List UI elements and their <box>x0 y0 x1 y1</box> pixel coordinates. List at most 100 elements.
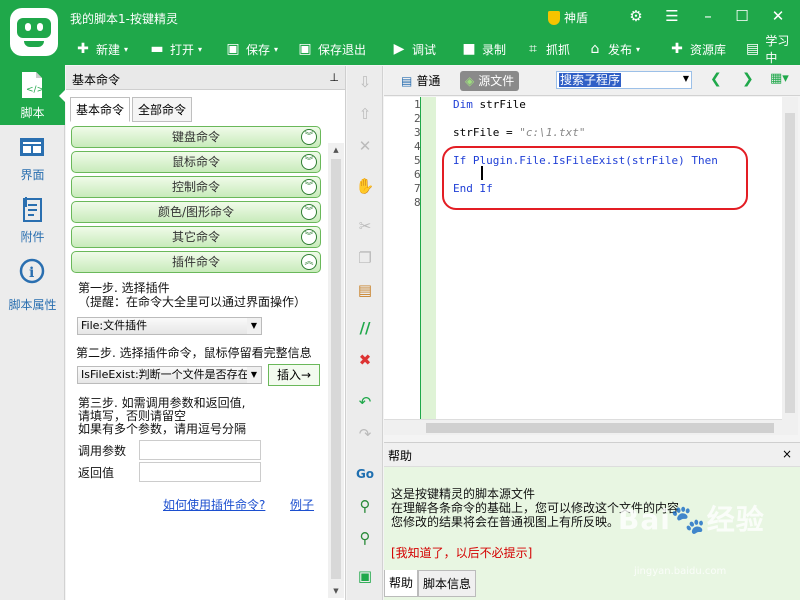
command-panel-scrollbar[interactable]: ▲ ▼ <box>328 143 344 598</box>
command-panel: 基本命令 ⊥ 基本命令 全部命令 键盘命令 ︾ 鼠标命令 ︾ 控制命令 ︾ 颜色/图形命… <box>66 66 346 600</box>
folder-icon: ▬ <box>150 41 164 57</box>
app-logo <box>10 8 58 56</box>
editor-side-toolbar: ⇩ ⇧ ✕ ✋ ✂ ❐ ▤ // ✖ ↶ ↷ Go ⚲ ⚲ ▣ <box>347 66 383 600</box>
script-icon: </> <box>22 72 44 98</box>
param-input[interactable] <box>139 440 261 460</box>
code-line-1: Dim strFile <box>453 98 526 111</box>
gear-icon[interactable]: ⚙ <box>626 6 646 26</box>
next-arrow-icon[interactable]: ❯ <box>742 71 754 87</box>
help-panel-header: 帮助 × <box>384 443 800 467</box>
move-up-icon[interactable]: ⇧ <box>355 104 375 124</box>
dismiss-tip-link[interactable]: [我知道了，以后不必提示] <box>391 544 532 561</box>
category-keyboard[interactable]: 键盘命令 ︾ <box>71 126 321 148</box>
category-plugin[interactable]: 插件命令 ︽ <box>71 251 321 273</box>
code-line-3: strFile = "c:\1.txt" <box>453 126 586 139</box>
step3-line2: 请填写，否则请留空 <box>78 409 187 423</box>
example-link[interactable]: 例子 <box>290 496 314 513</box>
chevron-down-icon: ︾ <box>301 179 317 195</box>
cut-icon[interactable]: ✂ <box>355 216 375 236</box>
close-icon[interactable]: × <box>782 447 792 461</box>
chevron-down-icon: ▼ <box>682 74 689 83</box>
maximize-icon[interactable]: ☐ <box>732 6 752 26</box>
editor-vertical-scrollbar[interactable] <box>782 97 798 435</box>
pin-icon[interactable]: ⊥ <box>329 71 339 84</box>
svg-text:i: i <box>29 265 34 281</box>
category-mouse[interactable]: 鼠标命令 ︾ <box>71 151 321 173</box>
tab-source-view[interactable]: ◈ 源文件 <box>460 71 520 91</box>
open-button[interactable]: ▬ 打开 ▾ <box>148 38 202 60</box>
command-select[interactable]: IsFileExist:判断一个文件是否存在 ▼ <box>77 366 262 384</box>
replace-icon[interactable]: ⚲ <box>355 528 375 548</box>
chevron-down-icon: ︾ <box>301 129 317 145</box>
watermark-domain: jingyan.baidu.com <box>634 566 727 577</box>
step3-line3: 如果有多个参数，请用逗号分隔 <box>78 422 247 436</box>
subroutine-search-select[interactable]: 搜索子程序 ▼ <box>556 71 692 89</box>
learn-button[interactable]: ▤ 学习中 <box>744 34 800 65</box>
category-other[interactable]: 其它命令 ︾ <box>71 226 321 248</box>
menu-icon[interactable]: ☰ <box>662 6 682 26</box>
chevron-down-icon: ︾ <box>301 154 317 170</box>
library-button[interactable]: ✚ 资源库 <box>668 38 726 60</box>
minimize-icon[interactable]: – <box>698 6 718 26</box>
camera-icon: ■ <box>462 41 476 57</box>
attachment-icon <box>23 197 42 222</box>
shield-icon <box>548 10 560 25</box>
find-icon[interactable]: ⚲ <box>355 496 375 516</box>
delete-icon[interactable]: ✕ <box>355 136 375 156</box>
chevron-down-icon: ︾ <box>301 204 317 220</box>
insert-button[interactable]: 插入→ <box>268 364 320 386</box>
chevron-down-icon: ▼ <box>247 318 261 334</box>
prev-arrow-icon[interactable]: ❮ <box>710 71 722 87</box>
tab-normal-view[interactable]: ▤ 普通 <box>396 71 445 91</box>
debug-button[interactable]: ▶ 调试 <box>390 38 436 60</box>
info-icon: i <box>19 258 45 284</box>
nav-attachment[interactable]: 附件 <box>0 189 65 249</box>
help-text-3: 您修改的结果将会在普通视图上有所反映。 <box>391 515 620 529</box>
nav-interface[interactable]: 界面 <box>0 127 65 187</box>
plugin-select[interactable]: File:文件插件 ▼ <box>77 317 262 335</box>
tab-all-commands[interactable]: 全部命令 <box>132 97 193 122</box>
tab-script-info[interactable]: 脚本信息 <box>418 570 477 597</box>
paste-icon[interactable]: ▤ <box>355 280 375 300</box>
window-title: 我的脚本1-按键精灵 <box>70 12 178 26</box>
nav-script[interactable]: </> 脚本 <box>0 65 66 125</box>
library-icon: ✚ <box>671 41 683 57</box>
category-color-graphic[interactable]: 颜色/图形命令 ︾ <box>71 201 321 223</box>
new-button[interactable]: ✚ 新建 ▾ <box>74 38 128 60</box>
goto-icon[interactable]: Go <box>355 464 375 484</box>
panel-icon[interactable]: ▣ <box>355 566 375 586</box>
close-icon[interactable]: ✕ <box>768 6 788 26</box>
grab-button[interactable]: ⌗ 抓抓 <box>524 38 570 60</box>
save-icon: ▣ <box>226 41 240 57</box>
redo-icon[interactable]: ↷ <box>355 424 375 444</box>
grab-icon: ⌗ <box>529 41 537 57</box>
shen-badge[interactable]: 神盾 <box>548 9 588 26</box>
param-label: 调用参数 <box>78 444 127 458</box>
chevron-up-icon: ︽ <box>301 254 317 270</box>
layout-grid-icon[interactable]: ▦▾ <box>770 71 789 86</box>
save-exit-button[interactable]: ▣ 保存退出 <box>296 38 366 60</box>
move-down-icon[interactable]: ⇩ <box>355 72 375 92</box>
hand-icon[interactable]: ✋ <box>355 176 375 196</box>
save-button[interactable]: ▣ 保存 ▾ <box>224 38 278 60</box>
interface-icon <box>20 138 44 156</box>
return-label: 返回值 <box>78 466 115 480</box>
undo-icon[interactable]: ↶ <box>355 392 375 412</box>
nav-script-properties[interactable]: i 脚本属性 <box>0 251 65 317</box>
learn-icon: ▤ <box>746 41 760 57</box>
howto-link[interactable]: 如何使用插件命令? <box>163 496 265 513</box>
save-exit-icon: ▣ <box>298 41 312 57</box>
tab-help[interactable]: 帮助 <box>384 570 419 597</box>
record-button[interactable]: ■ 录制 <box>460 38 506 60</box>
uncomment-icon[interactable]: ✖ <box>355 350 375 370</box>
category-control[interactable]: 控制命令 ︾ <box>71 176 321 198</box>
comment-icon[interactable]: // <box>355 318 375 338</box>
publish-button[interactable]: ⌂ 发布 ▾ <box>586 38 640 60</box>
editor-horizontal-scrollbar[interactable] <box>384 419 782 435</box>
play-icon: ▶ <box>393 41 405 57</box>
tab-basic-commands[interactable]: 基本命令 <box>70 97 131 122</box>
plus-icon: ✚ <box>77 41 89 57</box>
copy-icon[interactable]: ❐ <box>355 248 375 268</box>
source-view-icon: ◈ <box>465 74 475 88</box>
return-input[interactable] <box>139 462 261 482</box>
